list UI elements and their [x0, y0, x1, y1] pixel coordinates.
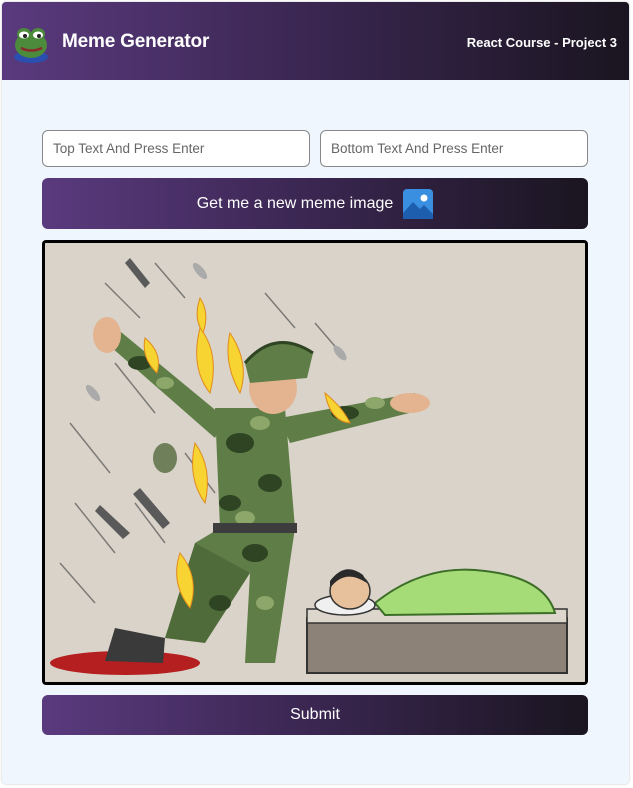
top-text-input[interactable]: [42, 130, 310, 167]
new-meme-image-label: Get me a new meme image: [196, 194, 394, 212]
app-header: Meme Generator React Course - Project 3: [2, 2, 629, 80]
frog-logo-icon: [14, 28, 48, 63]
submit-button[interactable]: Submit: [42, 695, 588, 735]
app-title: Meme Generator: [62, 31, 210, 52]
soldier-protecting-sleeping-child-image: [45, 243, 585, 682]
bottom-text-input[interactable]: [320, 130, 588, 167]
meme-image: [42, 240, 588, 685]
course-label: React Course - Project 3: [466, 35, 617, 50]
meme-generator-app: Meme Generator React Course - Project 3 …: [2, 2, 629, 784]
picture-icon: [403, 188, 434, 219]
new-meme-image-button[interactable]: Get me a new meme image: [42, 178, 588, 229]
